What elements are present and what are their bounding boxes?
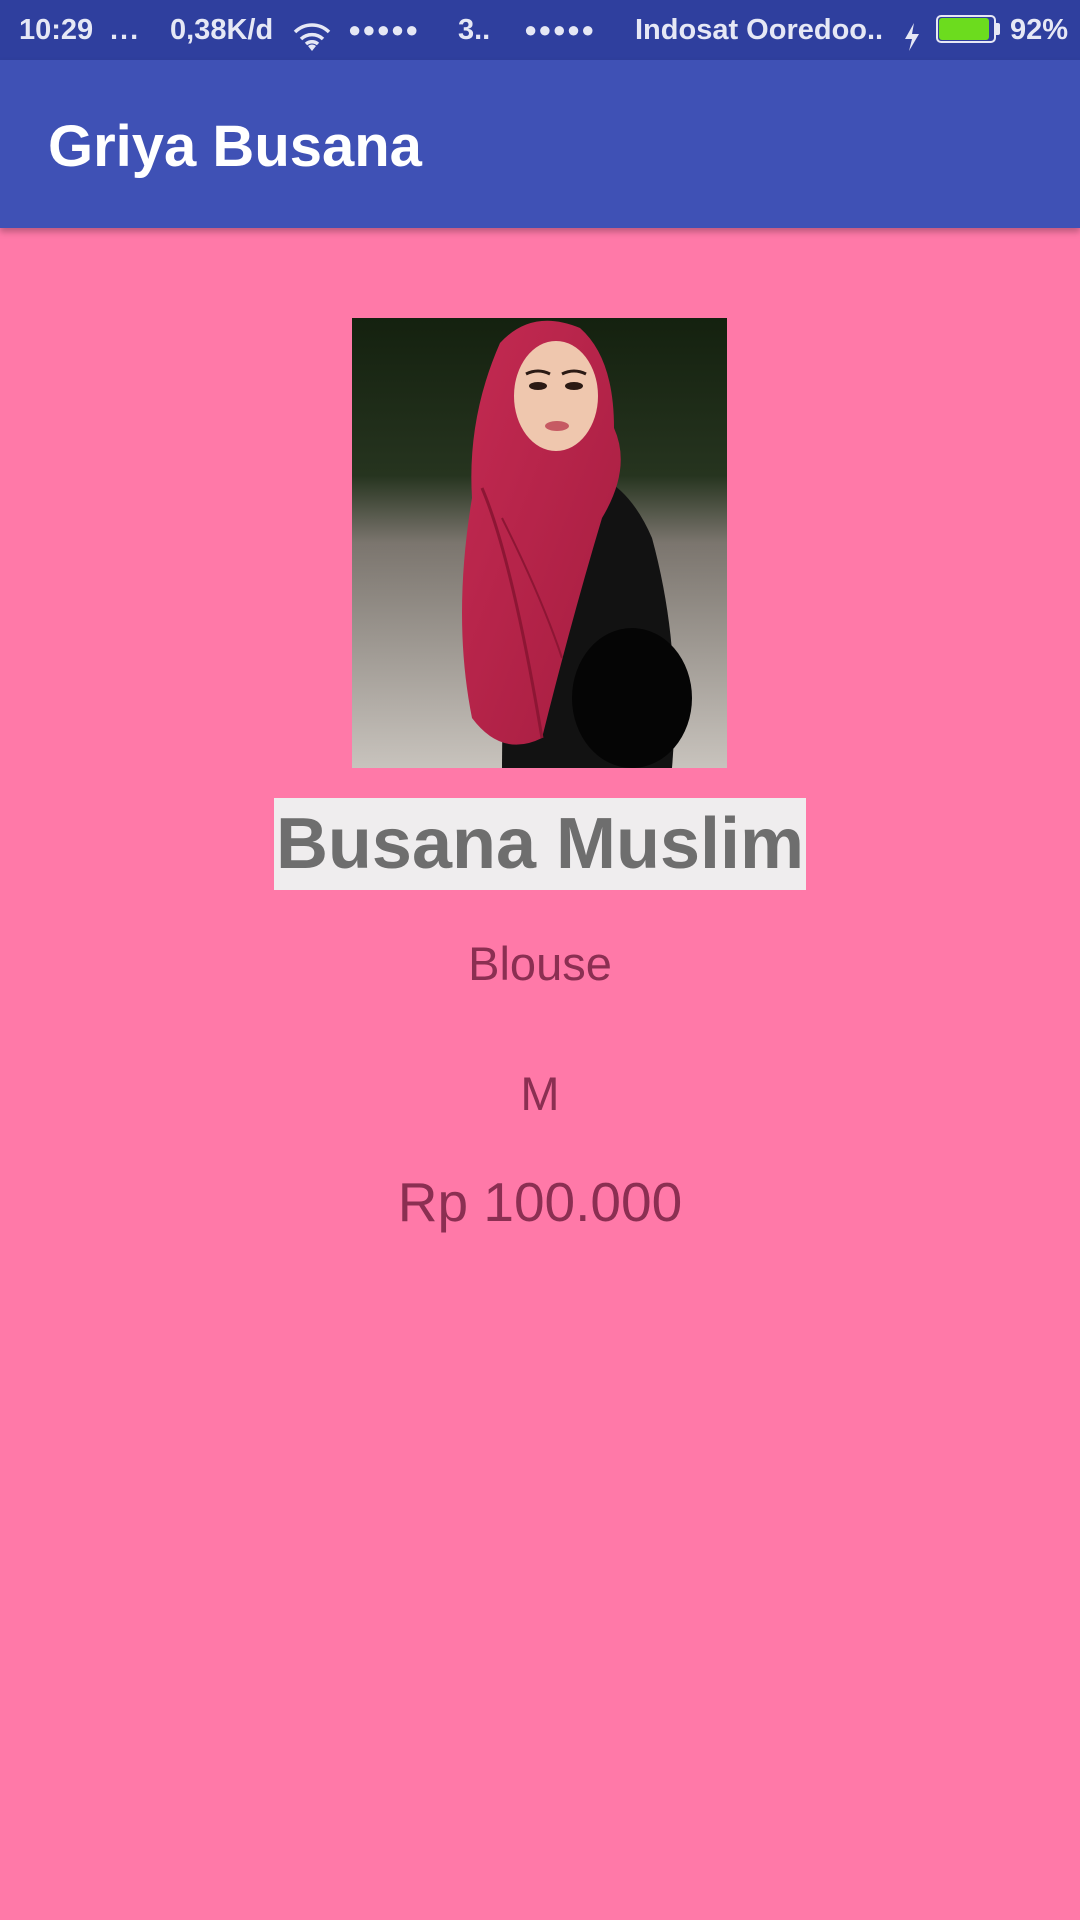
app-title: Griya Busana xyxy=(48,114,422,179)
status-network-type: 3.. xyxy=(458,14,491,46)
signal-strength-1: ●●●●● xyxy=(348,17,420,42)
app-bar: Griya Busana xyxy=(0,60,1080,228)
status-battery-percent: 92% xyxy=(1010,14,1069,46)
battery-icon xyxy=(936,15,1000,43)
product-image xyxy=(352,318,727,768)
charging-icon xyxy=(902,14,922,51)
status-carrier: Indosat Ooredoo.. xyxy=(635,14,884,46)
status-more-dots: ... xyxy=(110,14,141,46)
signal-strength-2: ●●●●● xyxy=(524,17,596,42)
product-size: M xyxy=(520,1067,560,1120)
status-bar: 10:29 ... 0,38K/d ●●●●● 3.. ●●●●● Indosa… xyxy=(0,0,1080,60)
status-time: 10:29 xyxy=(19,14,94,46)
wifi-icon xyxy=(292,14,332,51)
product-category: Blouse xyxy=(468,937,612,990)
status-network-speed: 0,38K/d xyxy=(170,14,274,46)
product-detail: Busana Muslim Blouse M Rp 100.000 xyxy=(0,228,1080,1920)
product-price: Rp 100.000 xyxy=(397,1171,683,1233)
product-name: Busana Muslim xyxy=(273,798,807,890)
